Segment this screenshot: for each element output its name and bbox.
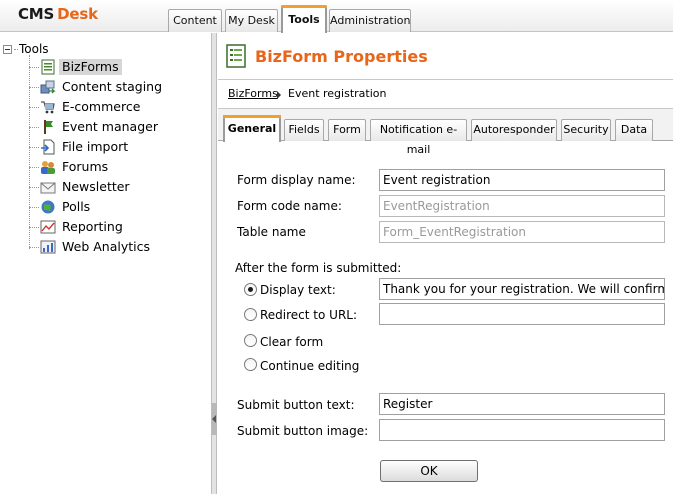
display-text-input[interactable]: Thank you for your registration. We will…	[379, 278, 665, 300]
tree-item-label: Newsletter	[62, 179, 130, 194]
submit-text-input[interactable]: Register	[379, 393, 665, 415]
tab-content[interactable]: Content	[168, 9, 222, 32]
tab-tools[interactable]: Tools	[281, 5, 327, 33]
tab-security[interactable]: Security	[561, 119, 611, 141]
form-code-name-label: Form code name:	[237, 199, 342, 213]
tree-item-web-analytics[interactable]: Web Analytics	[29, 238, 153, 256]
tree-connector	[14, 48, 18, 50]
redirect-url-radio-label[interactable]: Redirect to URL:	[260, 308, 357, 322]
tree-item-content-staging[interactable]: Content staging	[29, 78, 165, 96]
breadcrumb: BizForms Event registration	[218, 79, 673, 109]
tree-item-event-manager[interactable]: Event manager	[29, 118, 161, 136]
submit-image-label: Submit button image:	[237, 424, 369, 438]
ecommerce-icon	[41, 101, 55, 114]
tab-my-desk[interactable]: My Desk	[225, 9, 278, 32]
event-icon	[44, 120, 53, 134]
redirect-url-radio[interactable]	[244, 308, 257, 321]
submit-text-label: Submit button text:	[237, 398, 355, 412]
file-import-icon	[41, 139, 55, 155]
tree-root-label: Tools	[19, 42, 49, 56]
newsletter-icon	[40, 182, 56, 194]
cms-desk-logo: CMS Desk	[18, 5, 98, 23]
tree-item-newsletter[interactable]: Newsletter	[29, 178, 133, 196]
tools-tree: Tools BizForms Content staging E-commerc…	[0, 33, 211, 494]
tab-fields[interactable]: Fields	[284, 119, 324, 141]
form-code-name-input: EventRegistration	[379, 195, 665, 217]
collapse-panel-handle[interactable]	[212, 403, 217, 435]
polls-icon	[41, 200, 55, 214]
forums-icon	[41, 161, 55, 174]
logo-desk-text: Desk	[57, 5, 98, 23]
tab-notification-email[interactable]: Notification e-mail	[370, 119, 467, 156]
panel-splitter[interactable]	[211, 33, 217, 494]
after-submit-label: After the form is submitted:	[235, 261, 402, 275]
tab-data[interactable]: Data	[615, 119, 653, 141]
table-name-label: Table name	[237, 225, 306, 239]
tree-item-file-import[interactable]: File import	[29, 138, 131, 156]
tab-autoresponder[interactable]: Autoresponder	[471, 119, 557, 141]
continue-editing-radio[interactable]	[244, 358, 257, 371]
properties-tabs: General Fields Form Notification e-mail …	[218, 109, 673, 156]
submit-image-input[interactable]	[379, 419, 665, 441]
breadcrumb-current: Event registration	[288, 87, 387, 100]
tree-item-label: Forums	[62, 159, 109, 174]
bizform-icon	[226, 44, 246, 68]
tree-item-e-commerce[interactable]: E-commerce	[29, 98, 143, 116]
form-display-name-label: Form display name:	[237, 173, 356, 187]
tree-item-label: Polls	[62, 199, 91, 214]
clear-form-radio[interactable]	[244, 334, 257, 347]
breadcrumb-arrow-icon	[277, 91, 281, 99]
bizform-icon	[41, 59, 55, 75]
analytics-icon	[40, 240, 56, 254]
tree-item-label: BizForms	[59, 59, 122, 75]
staging-icon	[40, 80, 56, 94]
tree-item-label: File import	[62, 139, 129, 154]
tree-item-polls[interactable]: Polls	[29, 198, 93, 216]
clear-form-radio-label[interactable]: Clear form	[260, 335, 323, 349]
reporting-icon	[40, 220, 56, 234]
tree-root-tools[interactable]: Tools	[3, 41, 49, 57]
tree-item-label: Content staging	[62, 79, 163, 94]
breadcrumb-link-bizforms[interactable]: BizForms	[228, 87, 278, 100]
tree-item-bizforms[interactable]: BizForms	[29, 58, 122, 76]
tree-item-label: Web Analytics	[62, 239, 150, 254]
tree-item-forums[interactable]: Forums	[29, 158, 111, 176]
continue-editing-radio-label[interactable]: Continue editing	[260, 359, 359, 373]
form-display-name-input[interactable]: Event registration	[379, 169, 665, 191]
ok-button[interactable]: OK	[380, 460, 478, 482]
display-text-radio-label[interactable]: Display text:	[260, 283, 336, 297]
tab-general[interactable]: General	[223, 115, 281, 142]
collapse-icon[interactable]	[3, 44, 12, 54]
page-title: BizForm Properties	[255, 47, 428, 66]
display-text-radio[interactable]	[244, 283, 257, 296]
table-name-input: Form_EventRegistration	[379, 221, 665, 243]
tab-administration[interactable]: Administration	[329, 9, 411, 32]
tab-form[interactable]: Form	[328, 119, 366, 141]
tree-item-reporting[interactable]: Reporting	[29, 218, 126, 236]
tree-item-label: Event manager	[62, 119, 158, 134]
app-header: CMS Desk Content My Desk Tools Administra…	[0, 0, 673, 33]
tree-item-label: Reporting	[62, 219, 123, 234]
tree-item-label: E-commerce	[62, 99, 141, 114]
logo-cms-text: CMS	[18, 5, 55, 23]
panel-title-bar: BizForm Properties	[218, 33, 673, 79]
redirect-url-input[interactable]	[379, 303, 665, 325]
